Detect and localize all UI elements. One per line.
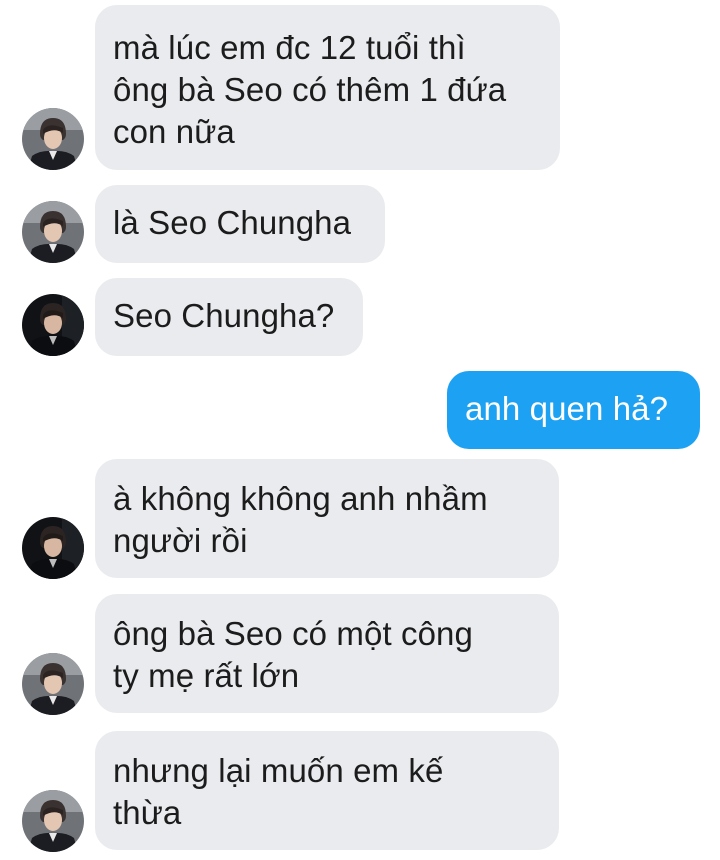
contact-avatar[interactable] (22, 653, 84, 715)
profile-photo-icon (22, 108, 84, 170)
contact-avatar[interactable] (22, 790, 84, 852)
contact-avatar[interactable] (22, 201, 84, 263)
incoming-message-bubble[interactable]: mà lúc em đc 12 tuổi thì ông bà Seo có t… (95, 5, 560, 170)
profile-photo-icon (22, 201, 84, 263)
profile-photo-icon (22, 517, 84, 579)
profile-photo-icon (22, 653, 84, 715)
incoming-message-bubble[interactable]: à không không anh nhầm người rồi (95, 459, 559, 578)
chat-thread: mà lúc em đc 12 tuổi thì ông bà Seo có t… (0, 0, 720, 860)
incoming-message-bubble[interactable]: là Seo Chungha (95, 185, 385, 263)
profile-photo-icon (22, 790, 84, 852)
incoming-message-bubble[interactable]: nhưng lại muốn em kế thừa (95, 731, 559, 850)
contact-avatar[interactable] (22, 108, 84, 170)
profile-photo-icon (22, 294, 84, 356)
contact-avatar[interactable] (22, 294, 84, 356)
incoming-message-bubble[interactable]: ông bà Seo có một công ty mẹ rất lớn (95, 594, 559, 713)
outgoing-message-bubble[interactable]: anh quen hả? (447, 371, 700, 449)
contact-avatar[interactable] (22, 517, 84, 579)
incoming-message-bubble[interactable]: Seo Chungha? (95, 278, 363, 356)
